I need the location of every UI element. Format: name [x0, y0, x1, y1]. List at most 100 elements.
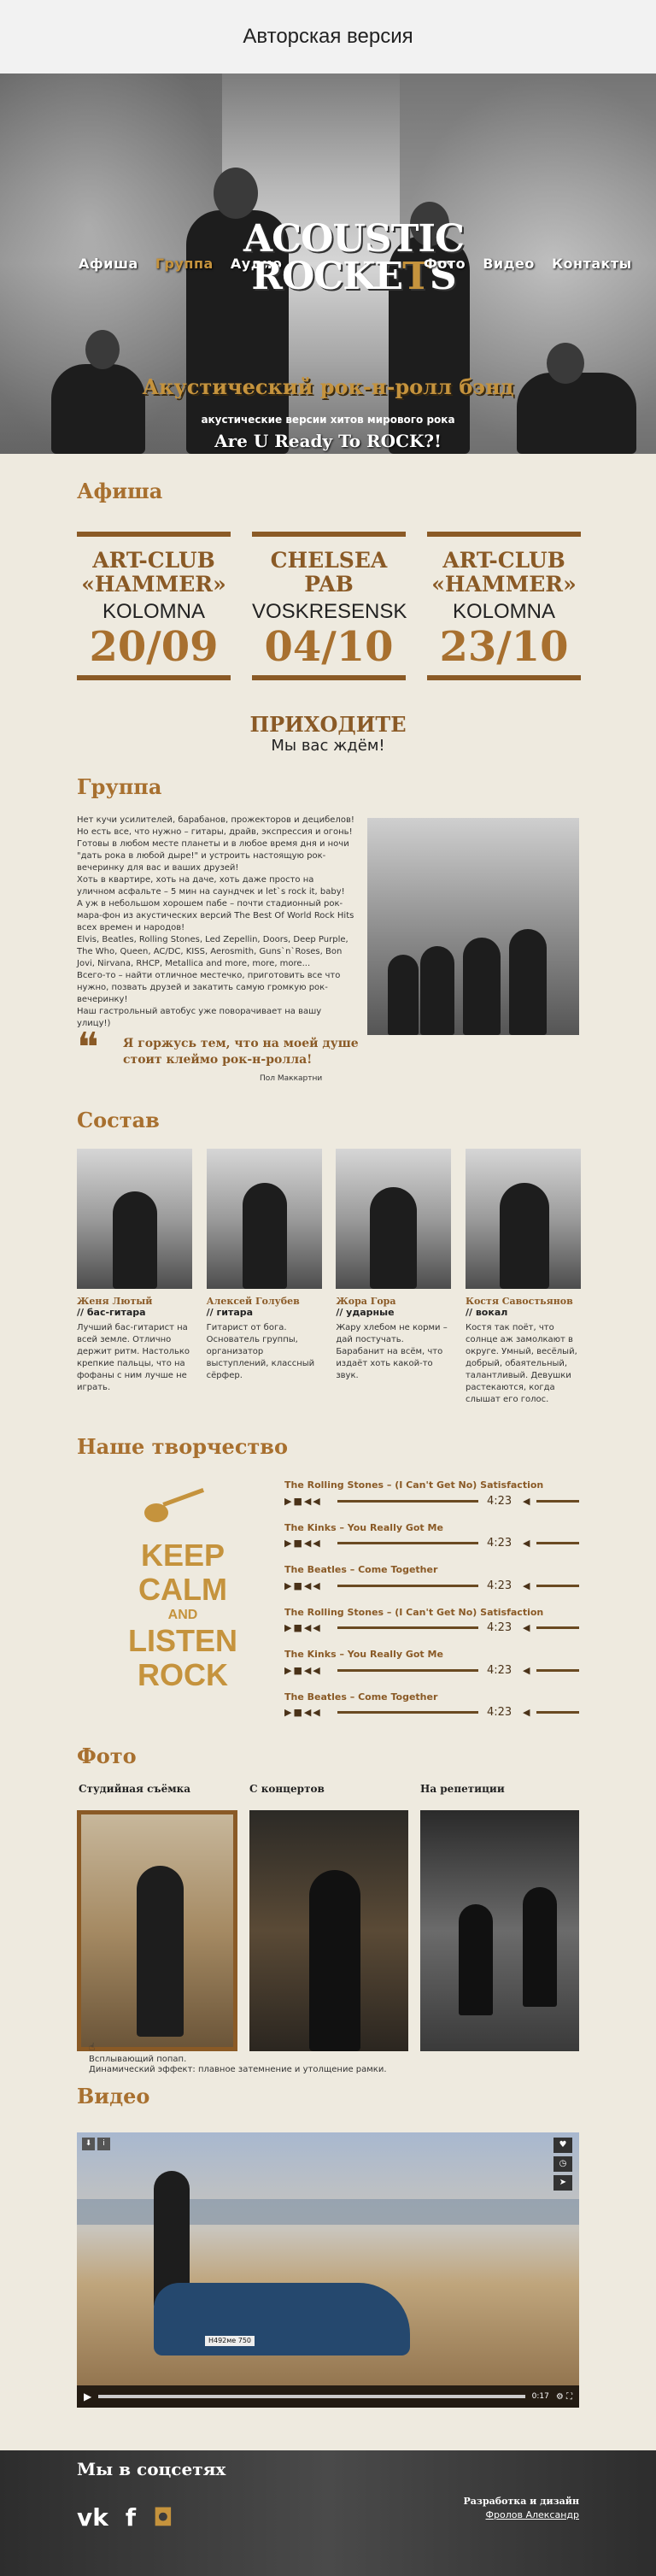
video-progress[interactable] [98, 2395, 525, 2398]
volume-slider[interactable] [536, 1499, 579, 1503]
play-pause-rewind-icons[interactable]: ▶■◀◀ [284, 1580, 337, 1591]
social-links: vk f ◘ [77, 2503, 173, 2532]
nav-item-afisha[interactable]: Афиша [79, 256, 138, 272]
play-pause-rewind-icons[interactable]: ▶■◀◀ [284, 1496, 337, 1507]
group-description: Нет кучи усилителей, барабанов, прожекто… [77, 815, 354, 1030]
track-controls: ▶■◀◀ 4:23 ◀ [284, 1706, 579, 1719]
developer-link[interactable]: Фролов Александр [464, 2508, 579, 2522]
member-role: // гитара [206, 1307, 254, 1318]
member-card: Алексей Голубев // гитара Гитарист от бо… [206, 1149, 322, 1406]
volume-icon[interactable]: ◀ [523, 1622, 536, 1633]
vk-icon[interactable]: vk [77, 2503, 108, 2532]
event-card[interactable]: ART-CLUB «HAMMER» KOLOMNA 20/09 [77, 532, 231, 680]
social-title: Мы в соцсетях [77, 2459, 226, 2479]
hero-tagline: Акустический рок-н-ролл бэнд [142, 374, 514, 399]
event-venue-name: PAB [304, 572, 354, 597]
members-list: Женя Лютый // бас-гитара Лучший бас-гита… [77, 1149, 581, 1406]
event-date: 04/10 [264, 623, 394, 671]
track-progress[interactable] [337, 1668, 478, 1672]
share-icon[interactable]: ➤ [554, 2175, 572, 2191]
keep-calm-poster: KEEP CALM AND LISTEN ROCK [128, 1538, 237, 1692]
event-card[interactable]: ART-CLUB «HAMMER» KOLOMNA 23/10 [427, 532, 581, 680]
event-card[interactable]: CHELSEA PAB VOSKRESENSK 04/10 [252, 532, 407, 680]
track-time: 4:23 [487, 1621, 512, 1634]
track-time: 4:23 [487, 1579, 512, 1592]
track-progress[interactable] [337, 1499, 478, 1503]
footer: Мы в соцсетях vk f ◘ Разработка и дизайн… [0, 2450, 656, 2576]
info-icon[interactable]: i [97, 2138, 110, 2150]
play-pause-rewind-icons[interactable]: ▶■◀◀ [284, 1665, 337, 1676]
track-name: The Kinks – You Really Got Me [284, 1521, 443, 1533]
instagram-icon[interactable]: ◘ [153, 2503, 173, 2532]
video-settings-icon[interactable]: ⚙ ⛶ [556, 2392, 572, 2402]
group-paragraph: Хоть в квартире, хоть на даче, хоть даже… [77, 875, 345, 897]
volume-icon[interactable]: ◀ [523, 1538, 536, 1549]
track-progress[interactable] [337, 1542, 478, 1544]
like-icon[interactable]: ♥ [554, 2138, 572, 2153]
event-city: KOLOMNA [452, 600, 556, 623]
section-title-group: Группа [77, 774, 162, 799]
event-venue: ART-CLUB [92, 548, 215, 573]
volume-slider[interactable] [536, 1626, 579, 1629]
volume-icon[interactable]: ◀ [523, 1707, 536, 1718]
guitar-icon [141, 1485, 209, 1525]
track-controls: ▶■◀◀ 4:23 ◀ [284, 1663, 579, 1677]
album-title: Студийная съёмка [79, 1783, 191, 1795]
volume-icon[interactable]: ◀ [523, 1496, 536, 1507]
track-time: 4:23 [487, 1663, 512, 1677]
member-description: Костя так поёт, что солнце аж замолкают … [465, 1323, 577, 1404]
poster-word: AND [167, 1608, 198, 1622]
track-progress[interactable] [337, 1711, 478, 1714]
nav-item-group[interactable]: Группа [155, 256, 214, 272]
track-controls: ▶■◀◀ 4:23 ◀ [284, 1537, 579, 1550]
play-pause-rewind-icons[interactable]: ▶■◀◀ [284, 1622, 337, 1633]
band-member-head [214, 168, 258, 219]
album-photo-studio[interactable] [77, 1810, 237, 2051]
volume-slider[interactable] [536, 1584, 579, 1587]
video-frame-sea [77, 2199, 579, 2225]
member-role: // вокал [465, 1307, 508, 1318]
event-venue-name: «HAMMER» [431, 572, 577, 597]
section-title-video: Видео [77, 2084, 150, 2108]
event-cards: ART-CLUB «HAMMER» KOLOMNA 20/09 CHELSEA … [77, 532, 581, 680]
top-bar: Авторская версия [0, 0, 656, 74]
nav-item-video[interactable]: Видео [483, 256, 535, 272]
member-photo [77, 1149, 192, 1289]
volume-slider[interactable] [536, 1542, 579, 1544]
download-icon[interactable]: ⬇ [82, 2138, 95, 2150]
play-pause-rewind-icons[interactable]: ▶■◀◀ [284, 1538, 337, 1549]
nav-item-photo[interactable]: Фото [424, 256, 466, 272]
facebook-icon[interactable]: f [126, 2503, 136, 2532]
quote-text: Я горжусь тем, что на моей душе стоит кл… [123, 1037, 359, 1067]
member-photo [206, 1149, 322, 1289]
play-pause-rewind-icons[interactable]: ▶■◀◀ [284, 1707, 337, 1718]
section-title-audio: Наше творчество [77, 1434, 288, 1459]
video-play-icon[interactable]: ▶ [84, 2391, 91, 2403]
audio-track: The Rolling Stones – (I Can't Get No) Sa… [284, 1604, 579, 1647]
album-photo-rehearsal[interactable] [420, 1810, 579, 2051]
member-photo [465, 1149, 581, 1289]
poster-word: CALM [138, 1572, 227, 1607]
album-title: С концертов [249, 1783, 325, 1795]
nav-item-contacts[interactable]: Контакты [552, 256, 632, 272]
track-name: The Kinks – You Really Got Me [284, 1649, 443, 1660]
volume-slider[interactable] [536, 1668, 579, 1672]
volume-icon[interactable]: ◀ [523, 1665, 536, 1676]
track-progress[interactable] [337, 1626, 478, 1629]
volume-icon[interactable]: ◀ [523, 1580, 536, 1591]
track-progress[interactable] [337, 1584, 478, 1587]
album-photo-concert[interactable] [249, 1810, 408, 2051]
member-role: // бас-гитара [77, 1307, 146, 1318]
hero-cta: Are U Ready To ROCK?! [214, 431, 442, 451]
photo-caption: Всплывающий попап. Динамический эффект: … [89, 2055, 387, 2075]
event-venue-name: «HAMMER» [81, 572, 226, 597]
volume-slider[interactable] [536, 1711, 579, 1714]
clock-icon[interactable]: ◷ [554, 2156, 572, 2172]
developer-credit: Разработка и дизайн Фролов Александр [464, 2495, 579, 2522]
come-subtitle: Мы вас ждём! [271, 737, 385, 755]
video-player[interactable]: Н492ме 750 ⬇ i ♥ ◷ ➤ ▶ 0:17 ⚙ ⛶ [77, 2132, 579, 2408]
band-member-silhouette [420, 946, 454, 1035]
member-description: Лучший бас-гитарист на всей земле. Отлич… [77, 1323, 190, 1392]
member-name: Алексей Голубев [206, 1296, 300, 1307]
member-description: Жару хлебом не корми – дай постучать. Ба… [336, 1323, 448, 1380]
